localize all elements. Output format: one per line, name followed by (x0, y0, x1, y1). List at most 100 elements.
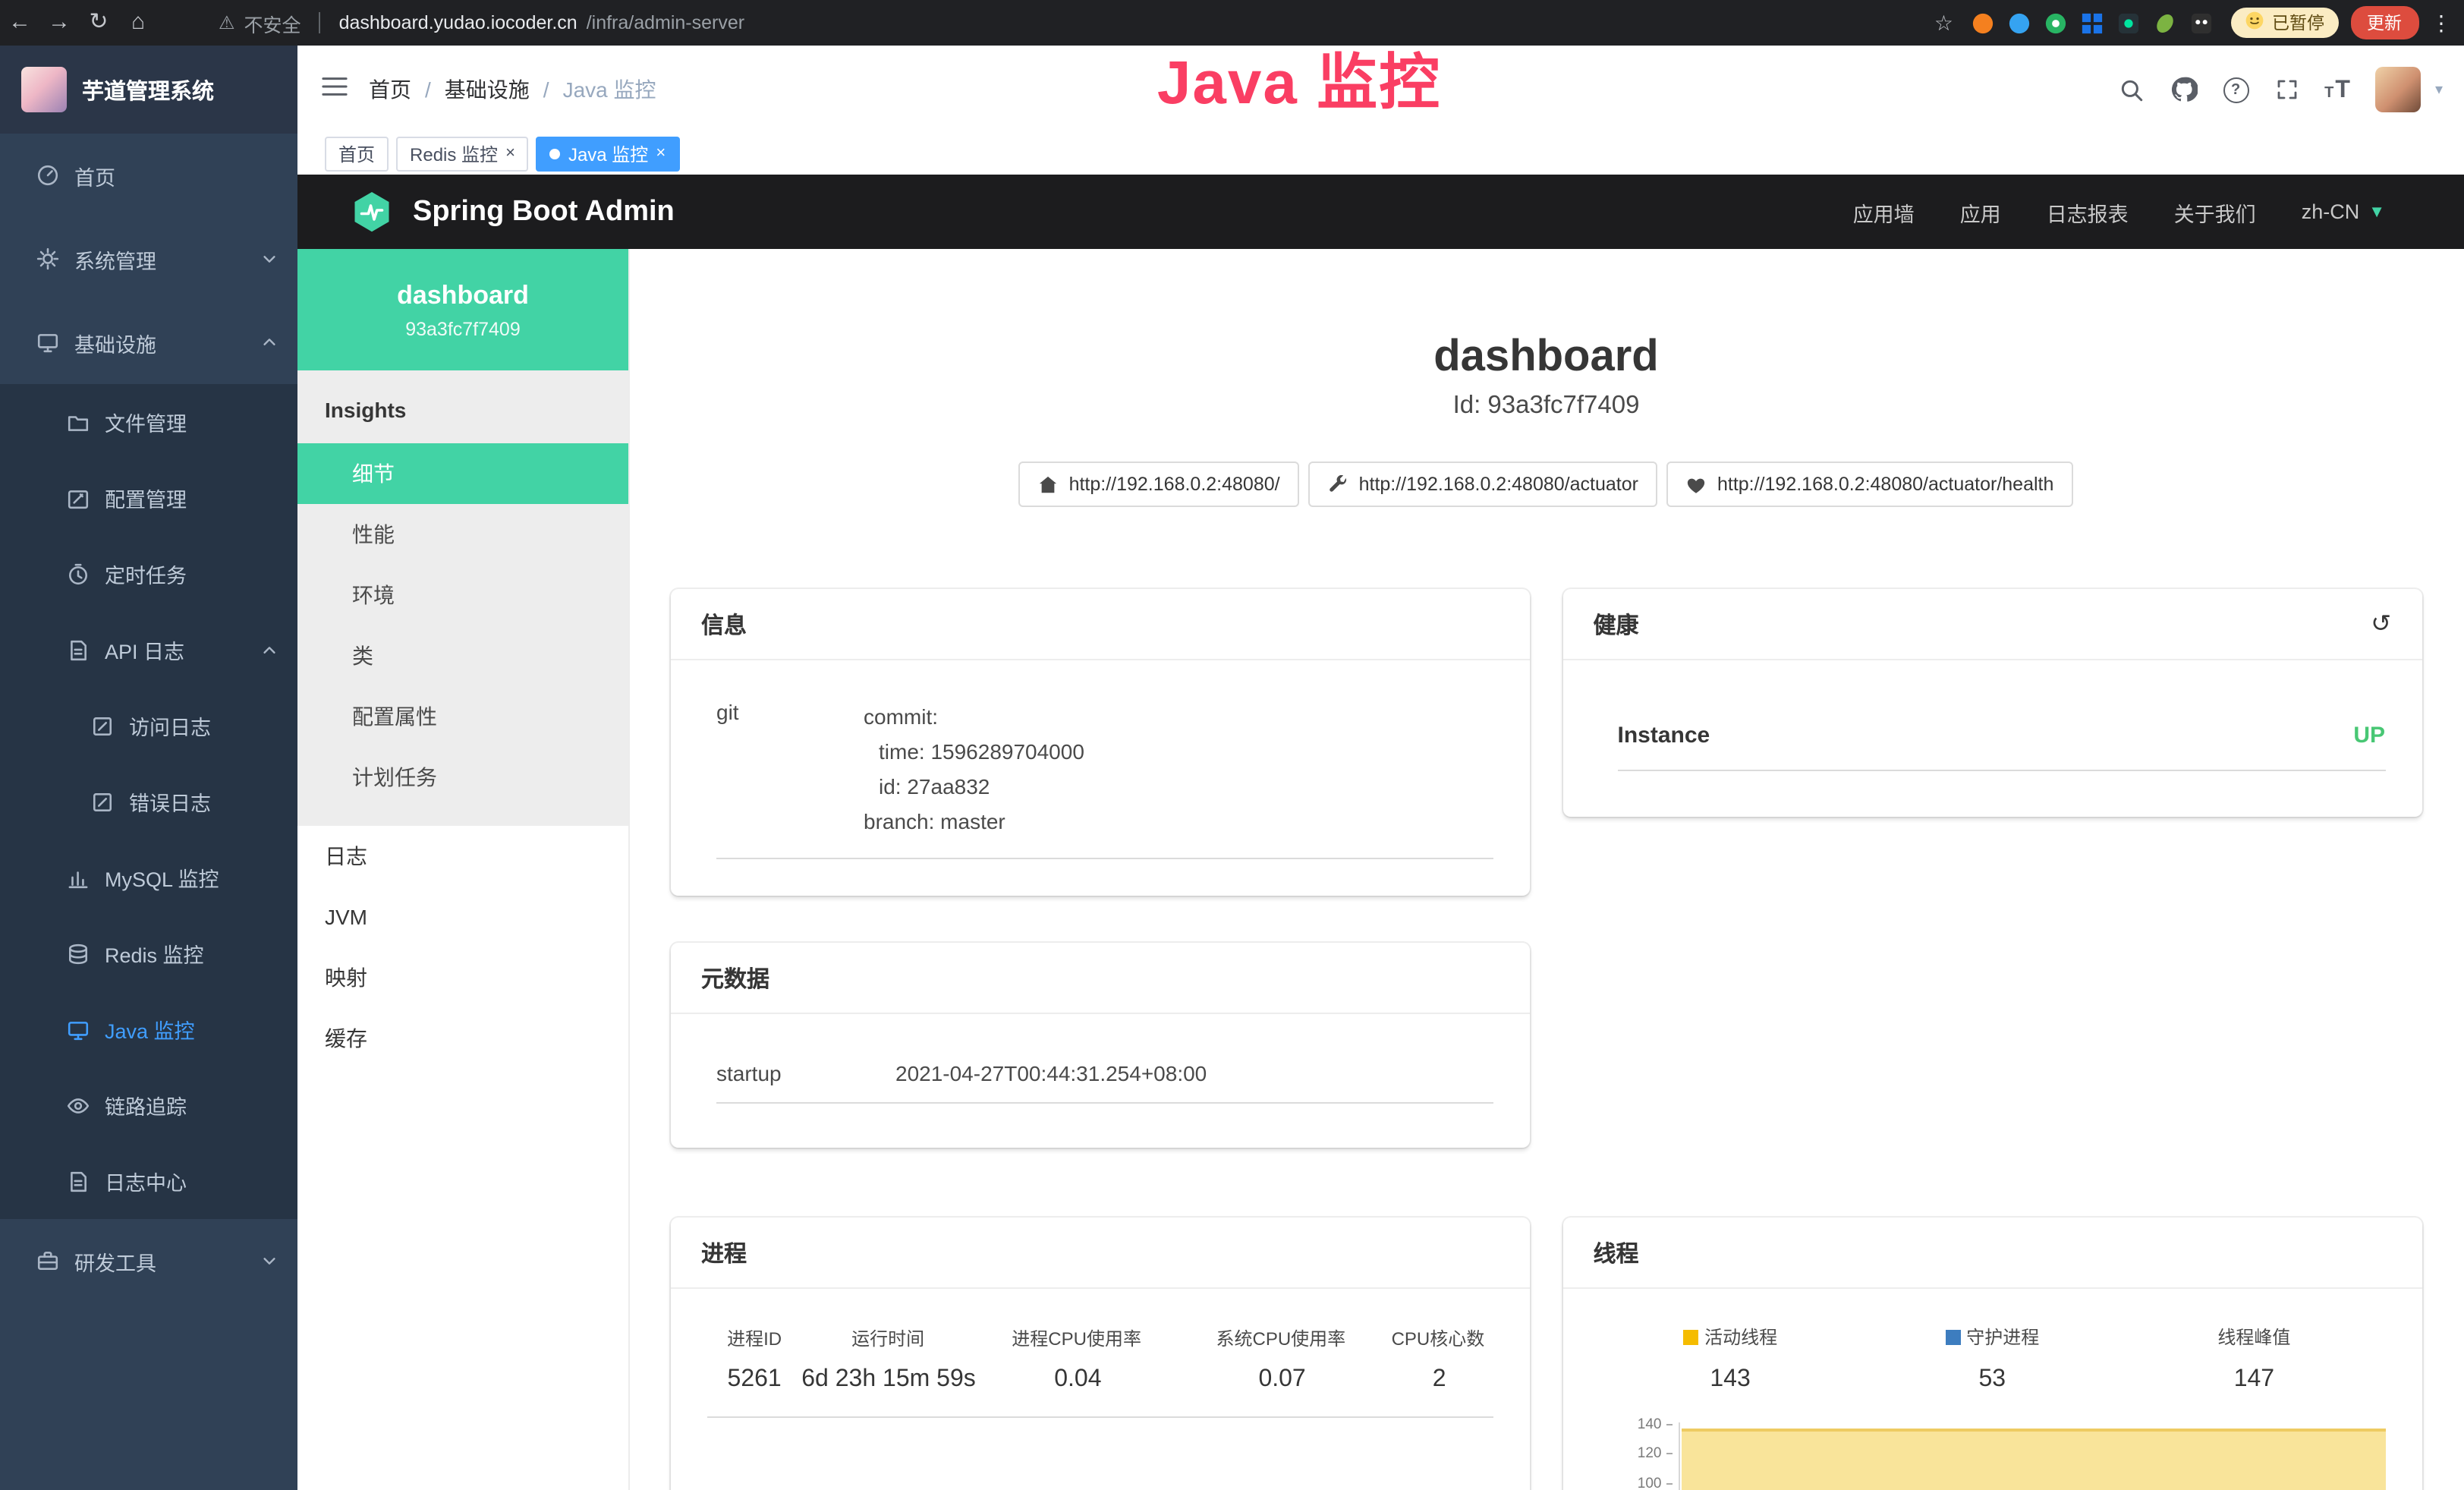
github-icon[interactable] (2170, 76, 2197, 103)
extension-icon[interactable] (1972, 11, 1994, 34)
sidebar-item-system[interactable]: 系统管理 (0, 217, 297, 301)
sidebar-item-file-management[interactable]: 文件管理 (0, 384, 297, 460)
instance-nav-config-props[interactable]: 配置属性 (297, 686, 628, 747)
endpoint-links: http://192.168.0.2:48080/ http://192.168… (628, 461, 2464, 507)
bookmark-star-icon[interactable]: ☆ (1934, 10, 1953, 36)
extension-icon[interactable] (2117, 11, 2140, 34)
sidebar-item-api-logs[interactable]: API 日志 (0, 612, 297, 688)
close-icon[interactable]: × (656, 146, 666, 162)
sba-link-wallboard[interactable]: 应用墙 (1853, 197, 1915, 227)
process-divider (707, 1416, 1493, 1418)
tab-redis-monitor[interactable]: Redis 监控 × (396, 137, 529, 172)
sidebar-item-scheduled-tasks[interactable]: 定时任务 (0, 536, 297, 612)
instance-nav-scheduled-tasks[interactable]: 计划任务 (297, 747, 628, 808)
extension-icon[interactable] (2190, 11, 2213, 34)
sidebar-item-dev-tools[interactable]: 研发工具 (0, 1219, 297, 1303)
sidebar-item-error-logs[interactable]: 错误日志 (0, 764, 297, 840)
card-title: 进程 (701, 1236, 747, 1268)
address-bar[interactable]: ⚠ 不安全 dashboard.yudao.iocoder.cn/infra/a… (219, 8, 744, 37)
info-value-line: time: 1596289704000 (864, 735, 1084, 770)
reload-icon[interactable]: ↻ (79, 0, 118, 46)
legend-peak-threads: 线程峰值 (2123, 1322, 2385, 1353)
card-title: 信息 (701, 608, 747, 640)
user-avatar[interactable] (2376, 67, 2422, 112)
font-size-icon[interactable]: TT (2324, 78, 2350, 101)
fullscreen-icon[interactable] (2274, 77, 2299, 102)
sidebar-item-java-monitor[interactable]: Java 监控 (0, 991, 297, 1067)
instance-nav-details[interactable]: 细节 (297, 443, 628, 504)
instance-name: dashboard (397, 280, 529, 310)
forward-icon[interactable]: → (39, 0, 79, 46)
main-content: dashboard Id: 93a3fc7f7409 http://192.16… (628, 249, 2464, 1490)
endpoint-link-actuator[interactable]: http://192.168.0.2:48080/actuator (1309, 461, 1658, 507)
extension-icon[interactable] (2081, 11, 2104, 34)
home-icon[interactable]: ⌂ (118, 0, 158, 46)
legend-label: 守护进程 (1966, 1327, 2039, 1348)
history-icon[interactable]: ↺ (2371, 609, 2391, 639)
tab-java-monitor[interactable]: Java 监控 × (537, 137, 679, 172)
paused-label: 已暂停 (2272, 11, 2324, 35)
browser-menu-icon[interactable]: ⋮ (2431, 10, 2452, 36)
paused-badge[interactable]: 已暂停 (2231, 8, 2338, 38)
sidebar-submenu-infrastructure: 文件管理 配置管理 定时任务 API 日志 访问日志 错误日志 (0, 384, 297, 1219)
sba-link-applications[interactable]: 应用 (1960, 197, 2001, 227)
tab-home[interactable]: 首页 (325, 137, 389, 172)
sidebar-item-home[interactable]: 首页 (0, 134, 297, 217)
process-table-header: 进程ID 运行时间 进程CPU使用率 系统CPU使用率 CPU核心数 (707, 1322, 1493, 1353)
breadcrumb-home[interactable]: 首页 (369, 74, 411, 105)
sba-link-journal[interactable]: 日志报表 (2047, 197, 2129, 227)
cards-grid: 信息 git commit: time: 1596289704000 id: 2… (628, 589, 2464, 1490)
endpoint-link-root[interactable]: http://192.168.0.2:48080/ (1019, 461, 1300, 507)
instance-nav-performance[interactable]: 性能 (297, 504, 628, 565)
sidebar-item-redis-monitor[interactable]: Redis 监控 (0, 915, 297, 991)
update-button[interactable]: 更新 (2350, 6, 2418, 39)
instance-nav-mappings[interactable]: 映射 (297, 947, 628, 1008)
caret-down-icon[interactable]: ▾ (2435, 81, 2443, 98)
extension-icon[interactable] (2008, 11, 2031, 34)
instance-nav-environment[interactable]: 环境 (297, 565, 628, 625)
security-label: 不安全 (244, 8, 301, 37)
info-value-line: id: 27aa832 (864, 770, 1084, 805)
sidebar-item-infrastructure[interactable]: 基础设施 (0, 301, 297, 384)
sidebar-item-label: 首页 (74, 160, 115, 191)
metadata-value: 2021-04-27T00:44:31.254+08:00 (895, 1061, 1207, 1085)
instance-header[interactable]: dashboard 93a3fc7f7409 (297, 249, 628, 370)
process-col-header: 运行时间 (801, 1325, 974, 1350)
language-selector[interactable]: zh-CN ▼ (2302, 200, 2385, 223)
process-value: 2 (1384, 1366, 1494, 1394)
help-icon[interactable]: ? (2223, 77, 2248, 102)
sidebar-item-label: 访问日志 (129, 710, 211, 741)
hamburger-icon[interactable] (322, 75, 348, 104)
sidebar-item-link-tracing[interactable]: 链路追踪 (0, 1067, 297, 1143)
instance-id: 93a3fc7f7409 (405, 318, 521, 339)
sba-brand[interactable]: Spring Boot Admin (297, 189, 675, 235)
instance-nav-jvm[interactable]: JVM (297, 887, 628, 947)
threads-value: 143 (1600, 1362, 1861, 1398)
url-path: /infra/admin-server (587, 12, 744, 33)
instance-nav-logs[interactable]: 日志 (297, 826, 628, 887)
process-value: 0.07 (1180, 1366, 1384, 1394)
close-icon[interactable]: × (505, 146, 515, 162)
sidebar-item-access-logs[interactable]: 访问日志 (0, 688, 297, 764)
sba-link-about[interactable]: 关于我们 (2174, 197, 2256, 227)
extension-icon[interactable] (2154, 11, 2176, 34)
threads-chart: 140 120 100 (1600, 1416, 2386, 1490)
sidebar-item-log-center[interactable]: 日志中心 (0, 1143, 297, 1219)
browser-toolbar: ← → ↻ ⌂ ⚠ 不安全 dashboard.yudao.iocoder.cn… (0, 0, 2464, 46)
threads-card: 线程 活动线程 守护进程 线程峰值 143 53 147 (1563, 1218, 2422, 1490)
sidebar-item-config-management[interactable]: 配置管理 (0, 460, 297, 536)
extension-icon[interactable] (2044, 11, 2067, 34)
instance-nav-caches[interactable]: 缓存 (297, 1008, 628, 1069)
breadcrumb-separator: / (543, 77, 549, 102)
sidebar-item-label: API 日志 (105, 635, 184, 665)
sidebar-item-mysql-monitor[interactable]: MySQL 监控 (0, 840, 297, 915)
search-icon[interactable] (2118, 77, 2144, 102)
breadcrumb-current: Java 监控 (563, 74, 656, 105)
breadcrumb-infrastructure[interactable]: 基础设施 (445, 74, 530, 105)
insights-section: Insights 细节 性能 环境 类 配置属性 计划任务 (297, 370, 628, 826)
extensions-area (1972, 11, 2213, 34)
instance-nav-classes[interactable]: 类 (297, 625, 628, 686)
endpoint-link-health[interactable]: http://192.168.0.2:48080/actuator/health (1667, 461, 2073, 507)
app-logo[interactable]: 芋道管理系统 (0, 46, 297, 134)
back-icon[interactable]: ← (0, 0, 39, 46)
